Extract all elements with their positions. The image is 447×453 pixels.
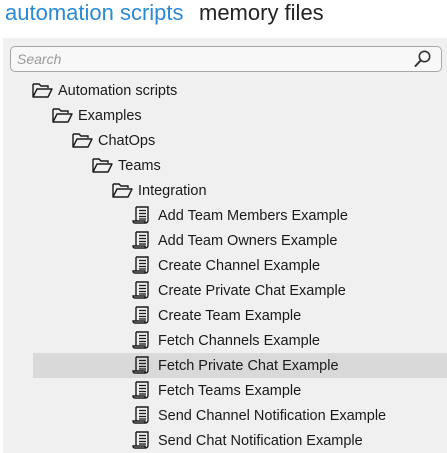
script-icon (132, 431, 149, 449)
tree-script-label: Add Team Members Example (158, 208, 348, 224)
script-icon (132, 331, 149, 349)
tree-script-label: Add Team Owners Example (158, 233, 338, 249)
script-icon (132, 206, 149, 224)
scripts-panel: Automation scripts Examples ChatOps Team… (3, 38, 447, 453)
tree-script-item[interactable]: Add Team Owners Example (3, 228, 447, 253)
folder-open-icon (72, 133, 93, 148)
tree-script-label: Create Channel Example (158, 258, 321, 274)
tree-folder-teams[interactable]: Teams (3, 153, 447, 178)
tree-script-label: Fetch Channels Example (158, 333, 320, 349)
search-input[interactable] (17, 49, 397, 69)
tree-folder-label: Teams (118, 158, 161, 174)
script-icon (132, 356, 149, 374)
tree-folder-label: Automation scripts (58, 83, 178, 99)
tree-script-label: Fetch Private Chat Example (158, 358, 339, 374)
script-icon (132, 281, 149, 299)
tree-script-label: Fetch Teams Example (158, 383, 302, 399)
tree-script-label: Send Chat Notification Example (158, 433, 363, 449)
tree-script-label: Send Channel Notification Example (158, 408, 387, 424)
tab-memory-files[interactable]: memory files (199, 0, 324, 26)
tree-script-item-selected[interactable]: Fetch Private Chat Example (33, 353, 447, 378)
script-icon (132, 231, 149, 249)
script-tree: Automation scripts Examples ChatOps Team… (3, 78, 447, 453)
tree-folder-label: ChatOps (98, 133, 156, 149)
tree-folder-label: Integration (138, 183, 207, 199)
tree-script-item[interactable]: Create Private Chat Example (3, 278, 447, 303)
tree-script-item[interactable]: Create Channel Example (3, 253, 447, 278)
tree-folder-label: Examples (78, 108, 142, 124)
tab-automation-scripts[interactable]: automation scripts (5, 0, 184, 26)
tree-script-label: Create Private Chat Example (158, 283, 346, 299)
tree-script-item[interactable]: Fetch Channels Example (3, 328, 447, 353)
tree-script-label: Create Team Example (158, 308, 302, 324)
script-icon (132, 381, 149, 399)
folder-open-icon (32, 83, 53, 98)
folder-open-icon (52, 108, 73, 123)
tree-script-item[interactable]: Fetch Teams Example (3, 378, 447, 403)
tree-script-item[interactable]: Add Team Members Example (3, 203, 447, 228)
script-icon (132, 406, 149, 424)
tree-script-item[interactable]: Create Team Example (3, 303, 447, 328)
tree-folder-chatops[interactable]: ChatOps (3, 128, 447, 153)
tree-script-item[interactable]: Send Chat Notification Example (3, 428, 447, 453)
search-icon[interactable] (413, 49, 433, 69)
tree-folder-examples[interactable]: Examples (3, 103, 447, 128)
script-icon (132, 256, 149, 274)
tree-script-item[interactable]: Send Channel Notification Example (3, 403, 447, 428)
folder-open-icon (92, 158, 113, 173)
tree-folder-integration[interactable]: Integration (3, 178, 447, 203)
tab-bar: automation scripts memory files (0, 0, 447, 36)
search-box (10, 46, 442, 72)
folder-open-icon (112, 183, 133, 198)
tree-folder-automation-scripts[interactable]: Automation scripts (3, 78, 447, 103)
script-icon (132, 306, 149, 324)
